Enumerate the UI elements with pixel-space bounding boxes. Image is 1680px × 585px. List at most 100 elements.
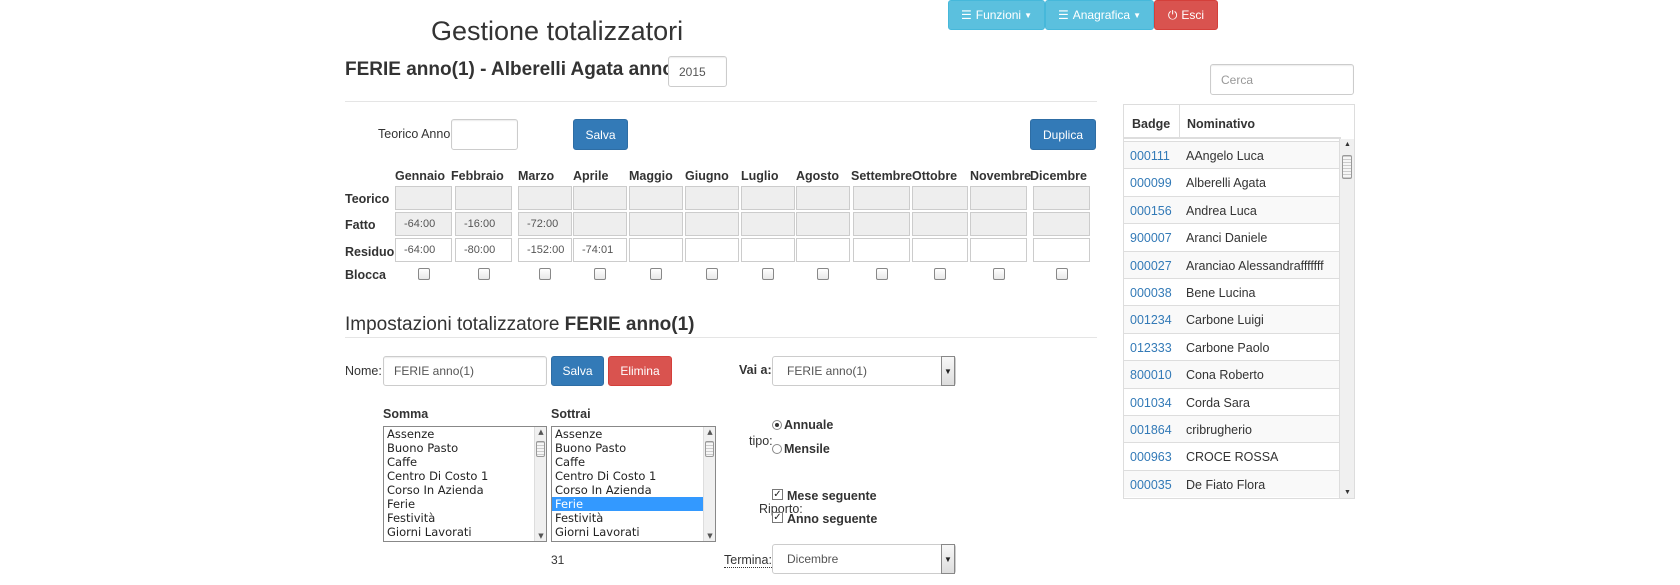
termina-select[interactable]: Dicembre ▼ (772, 544, 956, 574)
scrollbar[interactable]: ▲ ▼ (1339, 139, 1354, 498)
salva-nome-button[interactable]: Salva (551, 356, 604, 386)
list-option[interactable]: Buono Pasto (384, 441, 534, 455)
badge-link[interactable]: 000038 (1130, 286, 1172, 300)
esci-label: Esci (1181, 8, 1205, 22)
search-input[interactable]: Cerca (1210, 64, 1354, 95)
table-row[interactable]: 000111 AAngelo Luca (1124, 141, 1341, 169)
teorico-anno-input[interactable] (451, 119, 518, 150)
residuo-cell: -152:00 (518, 238, 572, 262)
badge-link[interactable]: 001234 (1130, 313, 1172, 327)
table-row[interactable]: 000038 Bene Lucina (1124, 278, 1341, 305)
mese-seguente-checkbox[interactable]: ✓ (772, 489, 783, 500)
salva-teorico-button[interactable]: Salva (573, 119, 628, 150)
year-input[interactable]: 2015 (668, 56, 727, 87)
list-option[interactable]: Giorni Lavorati (552, 525, 703, 539)
list-option[interactable]: Caffe (384, 455, 534, 469)
blocca-checkbox[interactable] (706, 268, 718, 280)
list-option[interactable]: Corso In Azienda (552, 483, 703, 497)
table-row[interactable]: 800010 Cona Roberto (1124, 360, 1341, 388)
badge-link[interactable]: 001034 (1130, 396, 1172, 410)
tipo-mensile-radio[interactable] (772, 444, 782, 454)
badge-link[interactable]: 000035 (1130, 478, 1172, 492)
scrollbar[interactable]: ▲ ▼ (534, 427, 546, 541)
blocca-checkbox[interactable] (817, 268, 829, 280)
scroll-up-icon[interactable]: ▲ (704, 428, 715, 436)
blocca-checkbox[interactable] (418, 268, 430, 280)
table-row[interactable]: 001864 cribrugherio (1124, 415, 1341, 443)
blocca-checkbox[interactable] (478, 268, 490, 280)
table-row[interactable]: 000027 Aranciao Alessandrafffffff (1124, 250, 1341, 278)
residuo-cell[interactable] (853, 238, 910, 262)
table-row[interactable]: 000035 De Fiato Flora (1124, 469, 1341, 498)
badge-link[interactable]: 000099 (1130, 176, 1172, 190)
scroll-thumb[interactable] (705, 441, 714, 457)
scroll-thumb[interactable] (1342, 155, 1352, 179)
esci-button[interactable]: ⏻ Esci (1154, 0, 1218, 30)
badge-link[interactable]: 000963 (1130, 450, 1172, 464)
table-row[interactable]: 000099 Alberelli Agata (1124, 168, 1341, 195)
list-option[interactable]: Caffe (552, 455, 703, 469)
list-option[interactable]: Assenze (552, 427, 703, 441)
residuo-cell[interactable] (685, 238, 739, 262)
scrollbar[interactable]: ▲ ▼ (703, 427, 715, 541)
nominativo-column-header[interactable]: Nominativo (1187, 117, 1255, 131)
residuo-cell[interactable] (741, 238, 795, 262)
table-row[interactable]: 012333 Carbone Paolo (1124, 332, 1341, 360)
scroll-down-icon[interactable]: ▼ (1344, 489, 1351, 496)
scroll-up-icon[interactable]: ▲ (535, 428, 546, 436)
badge-table-header: Badge Nominativo (1124, 105, 1341, 139)
residuo-cell[interactable] (796, 238, 850, 262)
badge-link[interactable]: 000156 (1130, 204, 1172, 218)
scroll-down-icon[interactable]: ▼ (704, 532, 715, 540)
list-option[interactable]: Corso In Azienda (384, 483, 534, 497)
list-option[interactable]: Festività (552, 511, 703, 525)
residuo-cell[interactable] (629, 238, 683, 262)
table-row[interactable]: 001034 Corda Sara (1124, 387, 1341, 415)
list-option[interactable]: Buono Pasto (552, 441, 703, 455)
list-option[interactable]: Centro Di Costo 1 (384, 469, 534, 483)
residuo-cell[interactable] (1033, 238, 1090, 262)
somma-listbox[interactable]: Assenze Buono Pasto Caffe Centro Di Costo 1… (383, 426, 547, 542)
tipo-annuale-radio[interactable] (772, 420, 782, 430)
table-row[interactable]: 000156 Andrea Luca (1124, 195, 1341, 224)
tipo-label: tipo: (749, 434, 773, 448)
blocca-checkbox[interactable] (594, 268, 606, 280)
list-option[interactable]: Centro Di Costo 1 (552, 469, 703, 483)
badge-column-header[interactable]: Badge (1132, 117, 1170, 131)
duplica-button[interactable]: Duplica (1030, 119, 1096, 150)
badge-link[interactable]: 000027 (1130, 259, 1172, 273)
blocca-checkbox[interactable] (1056, 268, 1068, 280)
nome-input[interactable]: FERIE anno(1) (383, 356, 547, 386)
list-option[interactable]: Ferie (552, 497, 703, 511)
badge-link[interactable]: 900007 (1130, 231, 1172, 245)
blocca-checkbox[interactable] (876, 268, 888, 280)
table-row[interactable]: 001234 Carbone Luigi (1124, 305, 1341, 333)
teorico-cell (1033, 186, 1090, 210)
vai-select[interactable]: FERIE anno(1) ▼ (772, 356, 956, 386)
badge-link[interactable]: 000111 (1130, 149, 1170, 163)
scroll-thumb[interactable] (536, 441, 545, 457)
blocca-checkbox[interactable] (993, 268, 1005, 280)
funzioni-menu-button[interactable]: ☰ Funzioni ▼ (948, 0, 1045, 30)
elimina-button[interactable]: Elimina (608, 356, 672, 386)
scroll-down-icon[interactable]: ▼ (535, 532, 546, 540)
sottrai-listbox[interactable]: Assenze Buono Pasto Caffe Centro Di Costo 1… (551, 426, 716, 542)
blocca-checkbox[interactable] (650, 268, 662, 280)
list-option[interactable]: Giorni Lavorati (384, 525, 534, 539)
residuo-cell[interactable] (912, 238, 968, 262)
blocca-checkbox[interactable] (539, 268, 551, 280)
badge-link[interactable]: 001864 (1130, 423, 1172, 437)
anagrafica-menu-button[interactable]: ☰ Anagrafica ▼ (1045, 0, 1154, 30)
list-option[interactable]: Festività (384, 511, 534, 525)
list-option[interactable]: Assenze (384, 427, 534, 441)
table-row[interactable]: 000963 CROCE ROSSA (1124, 442, 1341, 469)
blocca-checkbox[interactable] (762, 268, 774, 280)
table-row[interactable]: 900007 Aranci Daniele (1124, 223, 1341, 250)
list-option[interactable]: Ferie (384, 497, 534, 511)
blocca-checkbox[interactable] (934, 268, 946, 280)
badge-link[interactable]: 012333 (1130, 341, 1172, 355)
anno-seguente-checkbox[interactable]: ✓ (772, 512, 783, 523)
scroll-up-icon[interactable]: ▲ (1344, 141, 1351, 148)
badge-link[interactable]: 800010 (1130, 368, 1172, 382)
residuo-cell[interactable] (970, 238, 1027, 262)
